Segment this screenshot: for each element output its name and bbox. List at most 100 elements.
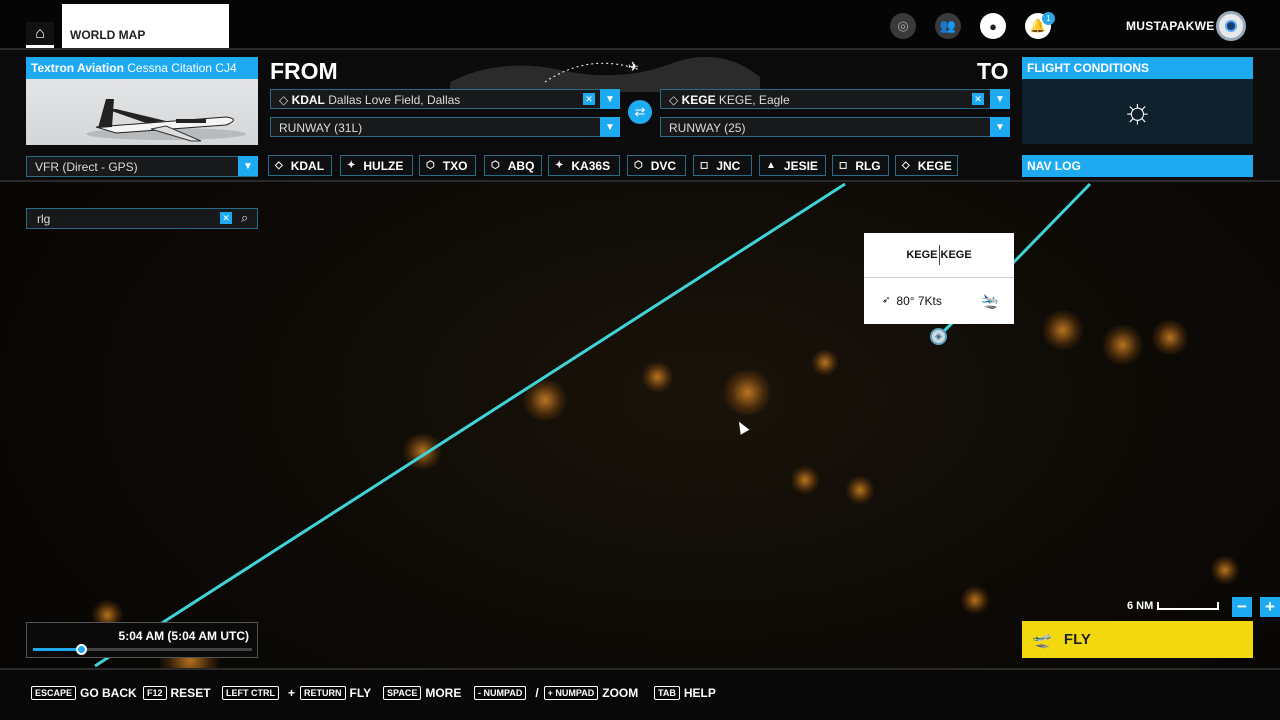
search-input[interactable]: rlg ✕ ⌕ [26, 208, 258, 229]
waypoint-label: JNC [716, 158, 741, 173]
key-joiner: + [288, 686, 296, 700]
waypoint-txo[interactable]: ⬡ TXO [419, 155, 476, 176]
key-space: SPACE [383, 686, 422, 700]
aircraft-title: Textron Aviation Cessna Citation CJ4 [26, 57, 258, 79]
close-icon: ✕ [585, 93, 593, 104]
key-escape: ESCAPE [31, 686, 77, 700]
zoom-in-button[interactable]: + [1260, 597, 1280, 617]
hint-label: RESET [170, 686, 211, 700]
vor-icon: ⬡ [491, 160, 500, 171]
aircraft-image [86, 99, 246, 142]
flight-plan-type-dropdown[interactable]: ▼ [238, 156, 258, 176]
takeoff-icon: 🛫 [1032, 631, 1052, 649]
route-line [1012, 182, 1092, 264]
chevron-down-icon: ▼ [605, 121, 615, 133]
airport-marker[interactable]: ◈ [930, 328, 947, 345]
scale-label: 6 NM [1127, 600, 1154, 612]
chevron-down-icon: ▼ [995, 93, 1005, 105]
key-left-ctrl: LEFT CTRL [222, 686, 279, 700]
route-line [94, 182, 846, 668]
fly-button[interactable]: 🛫 FLY [1022, 621, 1253, 658]
search-icon[interactable]: ⌕ [241, 210, 248, 226]
flight-conditions-title[interactable]: FLIGHT CONDITIONS [1022, 57, 1253, 79]
waypoint-label: KDAL [290, 158, 325, 173]
waypoint-ka36s[interactable]: ✦ KA36S [548, 155, 620, 176]
to-heading: TO [977, 58, 1009, 84]
hint-fly[interactable]: LEFT CTRL + RETURN FLY [222, 686, 371, 700]
airport-card-name: KEGE [940, 249, 972, 261]
waypoint-label: ABQ [507, 158, 535, 173]
waypoint-rlg[interactable]: ◻ RLG [832, 155, 889, 176]
waypoint-jnc[interactable]: ◻ JNC [693, 155, 752, 176]
time-label: 5:04 AM (5:04 AM UTC) [118, 629, 249, 643]
flight-plan-type-select[interactable]: VFR (Direct - GPS) ▼ [26, 156, 258, 177]
flight-conditions-panel[interactable]: ☼ [1022, 79, 1253, 144]
departure-runway-label: RUNWAY (31L) [279, 121, 363, 135]
friends-button[interactable]: 👥 [935, 13, 961, 39]
waypoint-jesie[interactable]: ▲ JESIE [759, 155, 826, 176]
hint-more[interactable]: SPACE MORE [383, 686, 461, 700]
arrival-code: KEGE [681, 93, 716, 107]
arrival-runway-label: RUNWAY (25) [669, 121, 746, 135]
waypoint-icon: ▲ [766, 160, 776, 171]
key-plus-numpad: + NUMPAD [543, 686, 599, 700]
waypoint-hulze[interactable]: ✦ HULZE [340, 155, 413, 176]
hint-help[interactable]: TAB HELP [654, 686, 716, 700]
key-minus-numpad: - NUMPAD [474, 686, 527, 700]
airport-icon: ◇ [279, 93, 292, 107]
arrival-runway-dropdown[interactable]: ▼ [990, 117, 1010, 137]
hint-zoom[interactable]: - NUMPAD / + NUMPAD ZOOM [474, 686, 638, 700]
profile-button[interactable]: ● [980, 13, 1006, 39]
waypoint-abq[interactable]: ⬡ ABQ [484, 155, 542, 176]
arrival-airport-field[interactable]: ◇ KEGE KEGE, Eagle ✕ ▼ [660, 89, 1010, 109]
arrival-dropdown-button[interactable]: ▼ [990, 89, 1010, 109]
waypoint-label: RLG [855, 158, 881, 173]
clear-search-button[interactable]: ✕ [220, 212, 232, 224]
waypoint-kdal[interactable]: ◇ KDAL [268, 155, 332, 176]
departure-airport-field[interactable]: ◇ KDAL Dallas Love Field, Dallas ✕ ▼ [270, 89, 620, 109]
hint-label: FLY [349, 686, 372, 700]
departure-code: KDAL [291, 93, 325, 107]
avatar[interactable] [1216, 11, 1246, 41]
hint-reset[interactable]: F12 RESET [143, 686, 211, 700]
waypoint-label: KA36S [571, 158, 611, 173]
map-scale: 6 NM [1127, 600, 1220, 612]
waypoint-dvc[interactable]: ⬡ DVC [627, 155, 686, 176]
time-slider[interactable] [33, 644, 252, 655]
tab-world-map[interactable]: WORLD MAP [62, 4, 229, 48]
arrival-name: KEGE, Eagle [718, 93, 790, 107]
profile-icon: ● [989, 18, 997, 34]
waypoint-kege[interactable]: ◇ KEGE [895, 155, 958, 176]
swap-airports-button[interactable]: ⇄ [628, 100, 652, 124]
airport-icon: ◇ [902, 160, 910, 171]
arrival-runway-select[interactable]: RUNWAY (25) ▼ [660, 117, 1010, 137]
username: MUSTAPAKWE [1126, 19, 1215, 33]
departure-dropdown-button[interactable]: ▼ [600, 89, 620, 109]
ndb-icon: ◻ [700, 160, 709, 171]
departure-name: Dallas Love Field, Dallas [328, 93, 461, 107]
airport-card-wind: ➶ 80° 7Kts 🛬 [864, 278, 1014, 323]
nav-log-button[interactable]: NAV LOG [1022, 155, 1253, 177]
clear-departure-button[interactable]: ✕ [583, 93, 595, 105]
minus-icon: − [1237, 597, 1247, 616]
hint-go-back[interactable]: ESCAPE GO BACK [31, 686, 137, 700]
airport-info-card[interactable]: KEGE KEGE ➶ 80° 7Kts 🛬 [864, 233, 1014, 324]
zoom-out-button[interactable]: − [1232, 597, 1252, 617]
aircraft-selector[interactable]: Textron Aviation Cessna Citation CJ4 [26, 57, 258, 145]
key-joiner: / [535, 686, 539, 700]
departure-runway-select[interactable]: RUNWAY (31L) ▼ [270, 117, 620, 137]
departure-runway-dropdown[interactable]: ▼ [600, 117, 620, 137]
chevron-down-icon: ▼ [605, 93, 615, 105]
from-heading: FROM [270, 58, 338, 84]
friends-icon: 👥 [939, 18, 957, 33]
time-slider-handle[interactable] [76, 644, 88, 655]
home-button[interactable]: ⌂ [26, 22, 54, 48]
airport-icon: ◈ [935, 331, 942, 341]
close-icon: ✕ [974, 93, 982, 104]
vor-icon: ⬡ [634, 160, 643, 171]
flight-plan-type: VFR (Direct - GPS) [35, 160, 138, 174]
clear-arrival-button[interactable]: ✕ [972, 93, 984, 105]
waypoint-label: TXO [442, 158, 468, 173]
activity-icon: ◎ [897, 18, 909, 33]
activity-button[interactable]: ◎ [890, 13, 916, 39]
